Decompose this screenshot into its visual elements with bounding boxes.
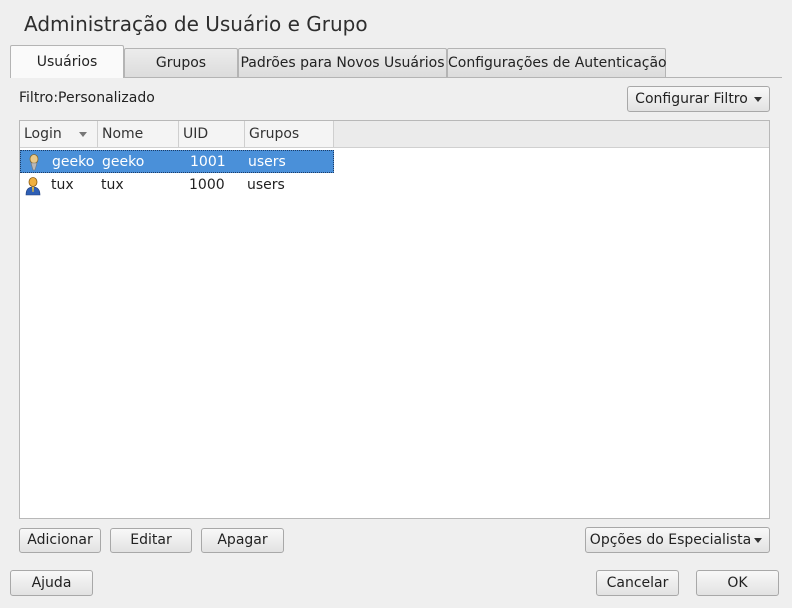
cell-uid: 1000: [189, 177, 225, 193]
tab-groups[interactable]: Grupos: [124, 48, 238, 77]
cell-name: geeko: [102, 154, 145, 170]
filter-label: Filtro:Personalizado: [19, 90, 155, 106]
cell-groups: users: [247, 177, 285, 193]
sort-descending-icon: [79, 132, 87, 137]
edit-button[interactable]: Editar: [110, 528, 192, 553]
cell-groups: users: [248, 154, 286, 170]
help-button[interactable]: Ajuda: [10, 570, 93, 596]
tab-divider: [10, 77, 782, 78]
chevron-down-icon: [754, 538, 762, 543]
tab-new-user-defaults[interactable]: Padrões para Novos Usuários: [238, 48, 447, 77]
expert-options-label: Opções do Especialista: [589, 532, 752, 548]
add-button[interactable]: Adicionar: [19, 528, 101, 553]
expert-options-button[interactable]: Opções do Especialista: [585, 527, 770, 553]
column-header-uid[interactable]: UID: [179, 121, 245, 147]
cell-login: tux: [51, 177, 74, 193]
table-header: Login Nome UID Grupos: [20, 121, 769, 148]
tab-users[interactable]: Usuários: [10, 45, 124, 78]
users-table[interactable]: Login Nome UID Grupos geeko geeko 1001 u…: [19, 120, 770, 519]
tab-authentication-settings[interactable]: Configurações de Autenticação: [447, 48, 667, 77]
set-filter-button[interactable]: Configurar Filtro: [627, 86, 770, 112]
delete-button[interactable]: Apagar: [201, 528, 284, 553]
column-header-login[interactable]: Login: [20, 121, 98, 147]
ok-button[interactable]: OK: [696, 570, 779, 596]
table-row[interactable]: tux tux 1000 users: [20, 174, 334, 197]
chevron-down-icon: [754, 97, 762, 102]
cancel-button[interactable]: Cancelar: [596, 570, 679, 596]
column-header-name[interactable]: Nome: [98, 121, 179, 147]
cell-login: geeko: [52, 154, 95, 170]
table-row[interactable]: geeko geeko 1001 users: [20, 150, 334, 173]
cell-uid: 1001: [190, 154, 226, 170]
window-title: Administração de Usuário e Grupo: [24, 12, 368, 36]
user-icon: [29, 154, 39, 171]
cell-name: tux: [101, 177, 124, 193]
set-filter-label: Configurar Filtro: [635, 91, 748, 107]
user-icon: [25, 177, 41, 196]
column-header-groups[interactable]: Grupos: [245, 121, 334, 147]
